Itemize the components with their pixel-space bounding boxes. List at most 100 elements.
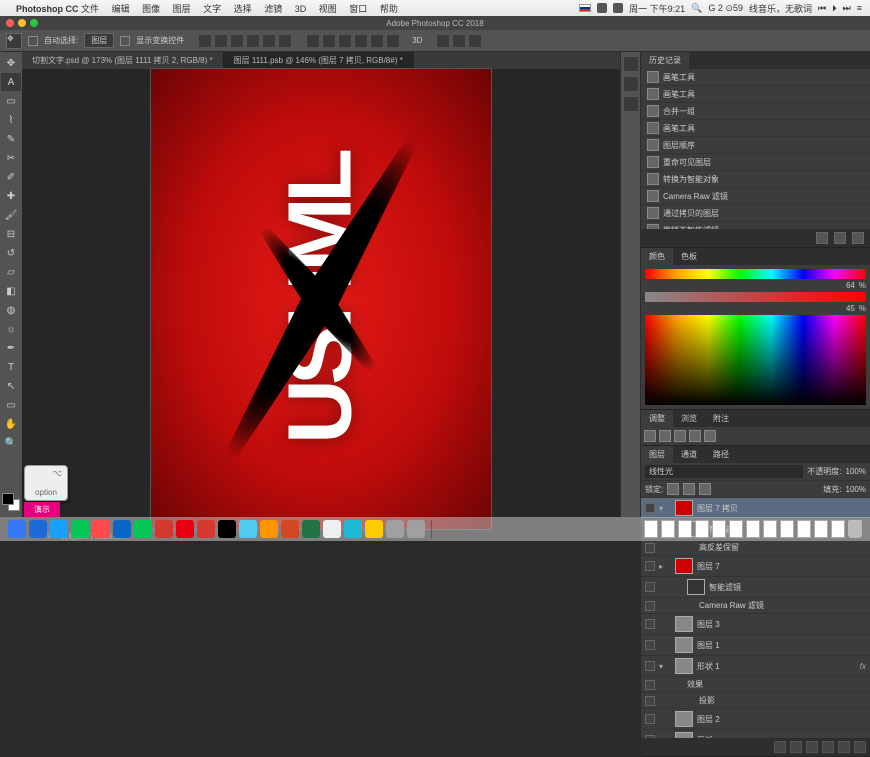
move-tool[interactable]: ✥ — [1, 54, 21, 72]
panel-icon[interactable] — [623, 56, 639, 72]
align-icon[interactable] — [198, 34, 212, 48]
layer-thumbnail[interactable] — [675, 658, 693, 674]
layer-thumbnail[interactable] — [675, 500, 693, 516]
dock-app[interactable] — [176, 520, 194, 538]
layer-name[interactable]: 效果 — [687, 679, 703, 690]
layer-row[interactable]: ▾形状 1fx — [641, 656, 870, 677]
dock-app[interactable] — [281, 520, 299, 538]
fill-value[interactable]: 100% — [846, 485, 866, 494]
dock-app[interactable] — [155, 520, 173, 538]
history-item[interactable]: 画笔工具 — [641, 69, 870, 86]
visibility-toggle[interactable] — [645, 640, 655, 650]
trash-icon[interactable] — [848, 520, 862, 538]
distribute-icon[interactable] — [338, 34, 352, 48]
layer-name[interactable]: 图层 3 — [697, 619, 720, 630]
channels-tab[interactable]: 通道 — [673, 446, 705, 463]
visibility-toggle[interactable] — [645, 503, 655, 513]
pen-tool[interactable]: ✒ — [1, 339, 21, 357]
dock-app[interactable] — [239, 520, 257, 538]
history-item[interactable]: Camera Raw 滤镜 — [641, 188, 870, 205]
blend-mode-select[interactable]: 线性光 — [645, 465, 803, 478]
wifi-icon[interactable] — [597, 3, 607, 13]
visibility-toggle[interactable] — [645, 714, 655, 724]
history-item[interactable]: 合并一组 — [641, 103, 870, 120]
paths-tab[interactable]: 路径 — [705, 446, 737, 463]
history-item[interactable]: 撤销不智能滤镜 — [641, 222, 870, 229]
marquee-tool[interactable]: ▭ — [1, 92, 21, 110]
layer-row[interactable]: Camera Raw 滤镜 — [641, 598, 870, 614]
distribute-icon[interactable] — [370, 34, 384, 48]
layer-mask-icon[interactable] — [806, 741, 818, 753]
visibility-toggle[interactable] — [645, 601, 655, 611]
dodge-tool[interactable]: ☼ — [1, 320, 21, 338]
move-tool-icon[interactable]: ✥ — [6, 33, 22, 49]
layer-style-icon[interactable] — [790, 741, 802, 753]
dock-app[interactable] — [29, 520, 47, 538]
sat-slider[interactable] — [645, 292, 866, 302]
color-swatches[interactable] — [0, 491, 22, 513]
adjustment-icon[interactable] — [704, 430, 716, 442]
type-tool[interactable]: T — [1, 358, 21, 376]
new-doc-from-state-icon[interactable] — [834, 232, 846, 244]
zoom-icon[interactable] — [30, 19, 38, 27]
color-tab[interactable]: 颜色 — [641, 248, 673, 265]
visibility-toggle[interactable] — [645, 619, 655, 629]
distribute-icon[interactable] — [306, 34, 320, 48]
fx-badge[interactable]: fx — [860, 662, 866, 671]
clock[interactable]: 周一 下午9:21 — [629, 2, 685, 15]
menu-icon[interactable]: ≡ — [857, 3, 862, 13]
opacity-value[interactable]: 100% — [846, 467, 866, 476]
close-icon[interactable] — [6, 19, 14, 27]
history-item[interactable]: 画笔工具 — [641, 86, 870, 103]
dock-document[interactable] — [814, 520, 828, 538]
layer-row[interactable]: 效果 — [641, 677, 870, 693]
disclosure-icon[interactable]: ▸ — [659, 562, 667, 571]
visibility-toggle[interactable] — [645, 661, 655, 671]
history-item[interactable]: 画笔工具 — [641, 120, 870, 137]
swatches-tab[interactable]: 色板 — [673, 248, 705, 265]
layer-row[interactable]: 画板 — [641, 730, 870, 738]
dock-document[interactable] — [644, 520, 658, 538]
visibility-toggle[interactable] — [645, 696, 655, 706]
document-tab[interactable]: 切割文字.psd @ 173% (图层 1111 拷贝 2, RGB/8) * — [22, 52, 224, 69]
history-brush-tool[interactable]: ↺ — [1, 244, 21, 262]
canvas[interactable]: USHML — [151, 69, 491, 529]
eraser-tool[interactable]: ▱ — [1, 263, 21, 281]
dock-document[interactable] — [729, 520, 743, 538]
browse-tab[interactable]: 浏览 — [673, 410, 705, 427]
layer-name[interactable]: 图层 7 — [697, 561, 720, 572]
layer-name[interactable]: 高反差保留 — [699, 542, 739, 553]
layer-row[interactable]: 图层 2 — [641, 709, 870, 730]
panel-icon[interactable] — [623, 76, 639, 92]
visibility-toggle[interactable] — [645, 561, 655, 571]
dock-app[interactable] — [8, 520, 26, 538]
traffic-lights[interactable] — [6, 19, 38, 27]
align-icon[interactable] — [278, 34, 292, 48]
dock-document[interactable] — [831, 520, 845, 538]
auto-select-checkbox[interactable] — [28, 36, 38, 46]
dock-app[interactable] — [260, 520, 278, 538]
now-playing[interactable]: 线音乐，无歌词 — [749, 2, 812, 15]
layer-thumbnail[interactable] — [675, 711, 693, 727]
visibility-toggle[interactable] — [645, 582, 655, 592]
history-item[interactable]: 通过拷贝的图层 — [641, 205, 870, 222]
align-icon[interactable] — [230, 34, 244, 48]
document-tab[interactable]: 图层 1111.psb @ 146% (图层 7 拷贝, RGB/8#) * — [224, 52, 414, 69]
zoom-tool[interactable]: 🔍 — [1, 434, 21, 452]
dock-app[interactable] — [197, 520, 215, 538]
dock-app[interactable] — [71, 520, 89, 538]
layer-row[interactable]: ▸ 图层 7 — [641, 556, 870, 577]
crop-tool[interactable]: ✂ — [1, 149, 21, 167]
layer-name[interactable]: 智能滤镜 — [709, 582, 741, 593]
panel-icon[interactable] — [623, 96, 639, 112]
minimize-icon[interactable] — [18, 19, 26, 27]
layer-name[interactable]: 画板 — [697, 735, 713, 739]
link-layers-icon[interactable] — [774, 741, 786, 753]
adjustment-icon[interactable] — [674, 430, 686, 442]
lock-pixels-icon[interactable] — [667, 483, 679, 495]
layers-tab[interactable]: 图层 — [641, 446, 673, 463]
dock-app[interactable] — [134, 520, 152, 538]
history-tab[interactable]: 历史记录 — [641, 52, 689, 69]
artboard-tool[interactable]: A — [1, 73, 21, 91]
new-layer-icon[interactable] — [838, 741, 850, 753]
